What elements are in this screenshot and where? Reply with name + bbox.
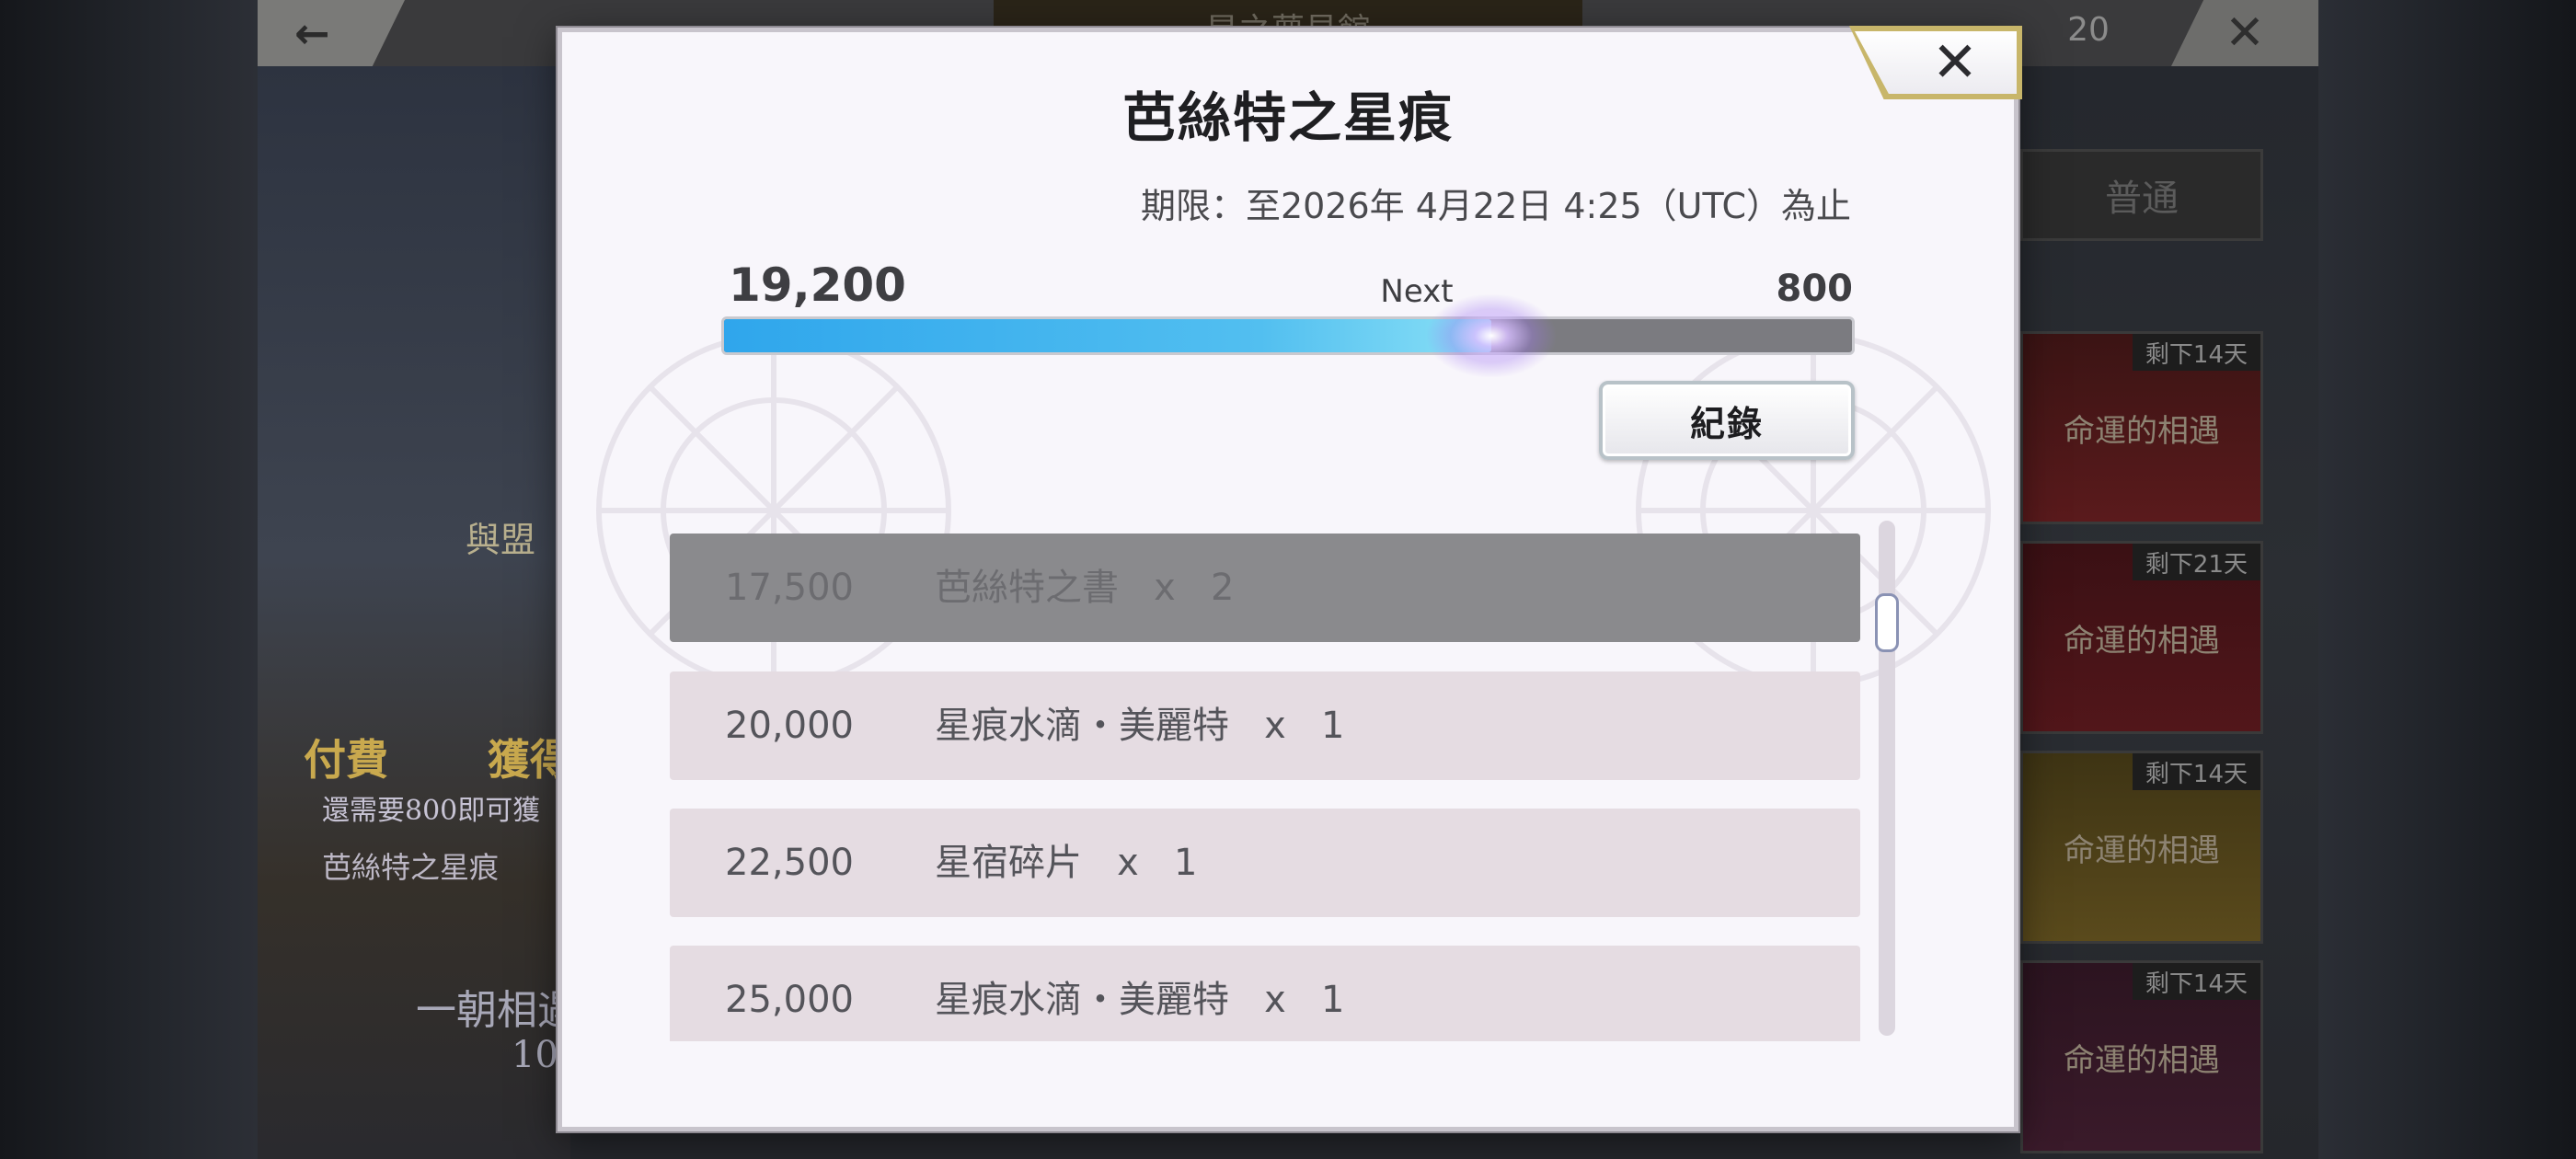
banner-days-tag: 剩下21天 [2132,544,2260,580]
reward-points: 20,000 [725,705,854,747]
background-text: 與盟 [466,520,536,560]
background-left-edge [0,0,258,1159]
current-points: 19,200 [729,258,906,312]
banner-label: 命運的相遇 [2064,412,2220,450]
background-normal-button[interactable]: 普通 [2020,149,2263,241]
banner-label: 命運的相遇 [2064,622,2220,660]
next-label: Next [1380,273,1454,310]
background-text: 還需要800即可獲 [322,795,541,827]
reward-points: 17,500 [725,567,854,609]
background-banner[interactable]: 剩下14天 命運的相遇 [2020,751,2263,944]
scrollbar-thumb[interactable] [1875,593,1899,653]
record-button[interactable]: 紀錄 [1599,381,1855,460]
banner-label: 命運的相遇 [2064,1041,2220,1079]
banner-days-tag: 剩下14天 [2132,963,2260,1000]
next-points-needed: 800 [1776,268,1854,310]
reward-points: 22,500 [725,842,854,884]
reward-row: 22,500 星宿碎片 x 1 [670,809,1860,917]
reward-item: 星痕水滴・美麗特 x 1 [935,979,1345,1021]
background-banner[interactable]: 剩下21天 命運的相遇 [2020,541,2263,734]
banner-days-tag: 剩下14天 [2132,334,2260,371]
progress-fill [724,319,1491,352]
reward-list[interactable]: 17,500 芭絲特之書 x 2 20,000 星痕水滴・美麗特 x 1 22,… [670,534,1860,1041]
event-period: 期限：至2026年 4月22日 4:25（UTC）為止 [1140,186,1851,226]
background-text: 10 [512,1034,558,1076]
background-banner[interactable]: 剩下14天 命運的相遇 [2020,960,2263,1153]
banner-days-tag: 剩下14天 [2132,753,2260,790]
background-text: 付費 [304,735,388,785]
reward-item: 芭絲特之書 x 2 [935,567,1235,609]
reward-item: 星宿碎片 x 1 [935,842,1198,884]
background-text: 一朝相遇 [416,987,578,1034]
game-screen: ← 星之夢見館 20 ✕ 與盟 付費 獲得 還需要800即可獲 芭絲特之星痕 一… [0,0,2576,1159]
background-counter: 20 [2067,10,2110,49]
banner-label: 命運的相遇 [2064,832,2220,869]
points-progress-bar [721,294,1855,377]
reward-points: 25,000 [725,979,854,1021]
background-banner[interactable]: 剩下14天 命運的相遇 [2020,331,2263,524]
reward-item: 星痕水滴・美麗特 x 1 [935,705,1345,747]
dialog-title: 芭絲特之星痕 [1121,86,1454,149]
reward-row: 20,000 星痕水滴・美麗特 x 1 [670,671,1860,780]
reward-row: 25,000 星痕水滴・美麗特 x 1 [670,946,1860,1041]
reward-row: 17,500 芭絲特之書 x 2 [670,534,1860,642]
background-right-edge [2318,0,2576,1159]
background-text: 芭絲特之星痕 [322,850,500,885]
